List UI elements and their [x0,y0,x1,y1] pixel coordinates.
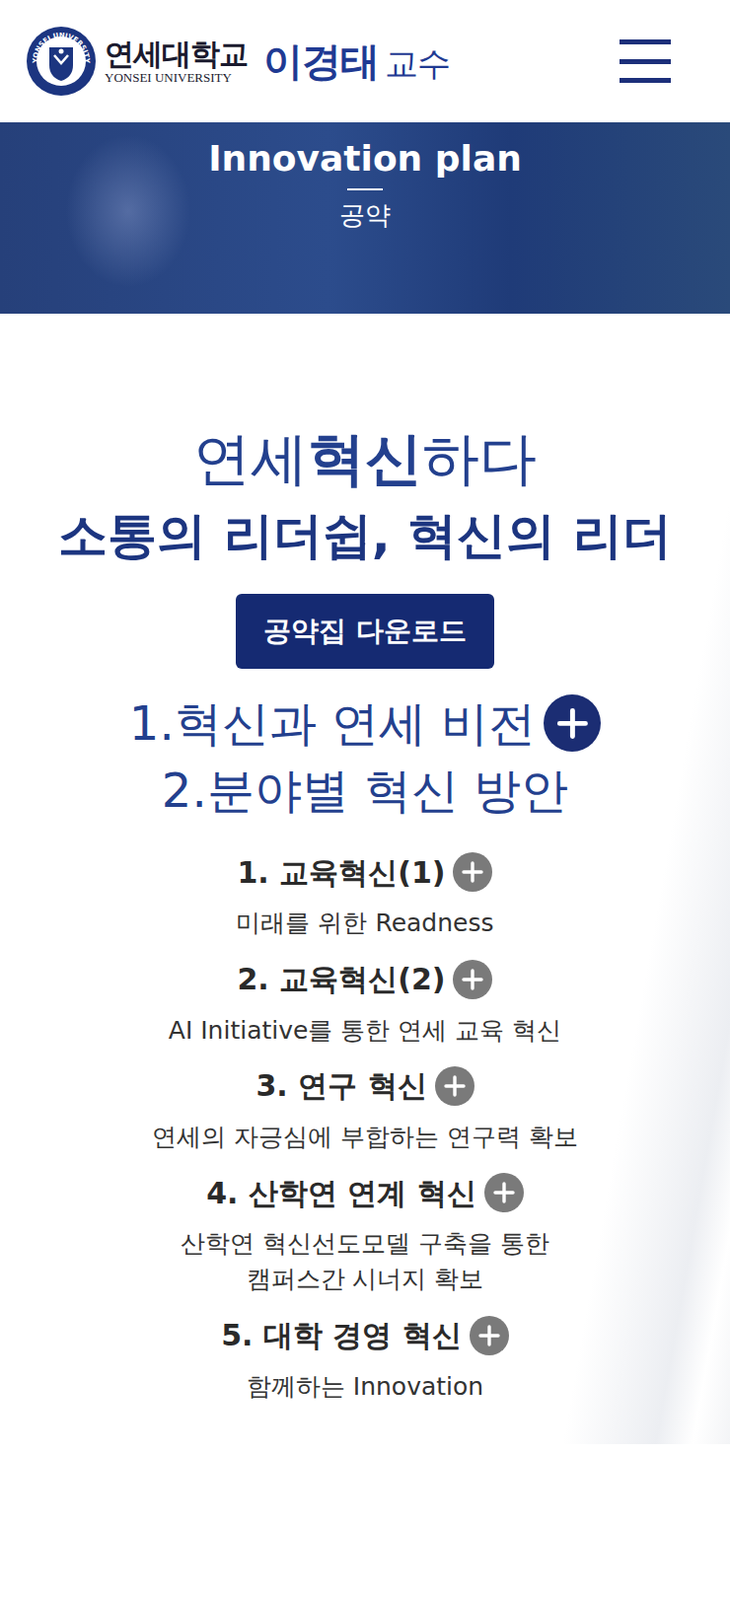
plus-icon [460,967,485,992]
item-description: 산학연 혁신선도모델 구축을 통한캠퍼스간 시너지 확보 [180,1226,550,1299]
section-heading[interactable]: 1.혁신과 연세 비전 [129,692,601,754]
banner-title: Innovation plan [208,136,522,183]
innovation-item: 2. 교육혁신(2) AI Initiative를 통한 연세 교육 혁신 [168,959,562,1049]
menu-bar [619,77,671,83]
content: 연세혁신하다소통의 리더쉽, 혁신의 리더공약집 다운로드 1.혁신과 연세 비전… [0,313,730,1445]
university-name: 연세대학교YONSEI UNIVERSITY [104,37,248,86]
item-description: 연세의 자긍심에 부합하는 연구력 확보 [151,1119,579,1156]
innovation-item: 1. 교육혁신(1) 미래를 위한 Readness [235,852,494,942]
item-title: 5. 대학 경영 혁신 [220,1315,462,1355]
plus-icon [477,1323,502,1348]
innovation-item: 5. 대학 경영 혁신함께하는 Innovation [220,1315,510,1405]
item-title-row[interactable]: 2. 교육혁신(2) [236,959,493,1000]
page-banner: Innovation plan 공약 [0,122,730,314]
university-name-en: YONSEI UNIVERSITY [104,70,232,86]
innovation-item: 4. 산학연 연계 혁신산학연 혁신선도모델 구축을 통한캠퍼스간 시너지 확보 [180,1172,550,1299]
item-description-line: AI Initiative를 통한 연세 교육 혁신 [168,1013,562,1049]
item-description: 함께하는 Innovation [246,1369,484,1405]
banner-divider [347,188,383,191]
item-title: 3. 연구 혁신 [255,1066,427,1105]
item-title-row[interactable]: 1. 교육혁신(1) [236,852,493,892]
item-description-line: 산학연 혁신선도모델 구축을 통한 [180,1226,550,1262]
innovation-list: 1. 교육혁신(1) 미래를 위한 Readness 2. 교육혁신(2) AI In… [151,852,579,1405]
item-title: 2. 교육혁신(2) [236,959,445,999]
page: YONSEI UNIVERSITY연세대학교YONSEI UNIVERSITY 이… [0,0,730,1445]
item-description-line: 미래를 위한 Readness [235,905,494,942]
section-label: 2.분야별 혁신 방안 [161,762,569,820]
candidate-name: 이경태교수 [263,34,450,89]
menu-button[interactable] [619,39,671,83]
banner-subtitle: 공약 [339,200,391,231]
section-toggle[interactable] [543,694,601,752]
university-name-kr: 연세대학교 [104,37,248,71]
section-label: 1.혁신과 연세 비전 [129,695,536,753]
yonsei-emblem-icon: YONSEI UNIVERSITY [25,25,97,97]
hero-title-part: 연세 [193,425,308,493]
item-toggle[interactable] [469,1315,510,1356]
download-button[interactable]: 공약집 다운로드 [235,593,495,669]
hero-title-part: 하다 [422,425,537,493]
plus-icon [460,860,485,884]
item-description: 미래를 위한 Readness [235,905,494,942]
plus-icon [555,706,590,741]
item-title: 1. 교육혁신(1) [236,853,445,892]
candidate-title: 교수 [384,43,450,83]
item-toggle[interactable] [435,1066,475,1106]
site-header: YONSEI UNIVERSITY연세대학교YONSEI UNIVERSITY 이… [0,0,730,123]
item-toggle[interactable] [452,852,493,892]
item-description: AI Initiative를 통한 연세 교육 혁신 [168,1013,562,1049]
item-title-row[interactable]: 4. 산학연 연계 혁신 [206,1172,524,1213]
brand-logo[interactable]: YONSEI UNIVERSITY연세대학교YONSEI UNIVERSITY 이… [25,25,450,97]
item-title-row[interactable]: 3. 연구 혁신 [255,1066,474,1106]
item-description-line: 캠퍼스간 시너지 확보 [180,1261,550,1298]
plus-icon [492,1180,516,1205]
section-heading: 2.분야별 혁신 방안 [161,759,569,821]
menu-bar [619,39,671,45]
hero-slogan: 소통의 리더쉽, 혁신의 리더 [58,504,671,569]
item-description-line: 연세의 자긍심에 부합하는 연구력 확보 [151,1119,579,1156]
hero-title: 연세혁신하다 [193,422,537,497]
innovation-item: 3. 연구 혁신연세의 자긍심에 부합하는 연구력 확보 [151,1066,579,1156]
menu-bar [619,59,671,65]
item-toggle[interactable] [452,959,493,1000]
item-description-line: 함께하는 Innovation [246,1369,484,1405]
item-title: 4. 산학연 연계 혁신 [206,1173,477,1213]
hero-title-part: 혁신 [307,425,423,493]
item-toggle[interactable] [484,1172,524,1213]
plus-icon [442,1074,467,1098]
item-title-row[interactable]: 5. 대학 경영 혁신 [220,1315,510,1356]
